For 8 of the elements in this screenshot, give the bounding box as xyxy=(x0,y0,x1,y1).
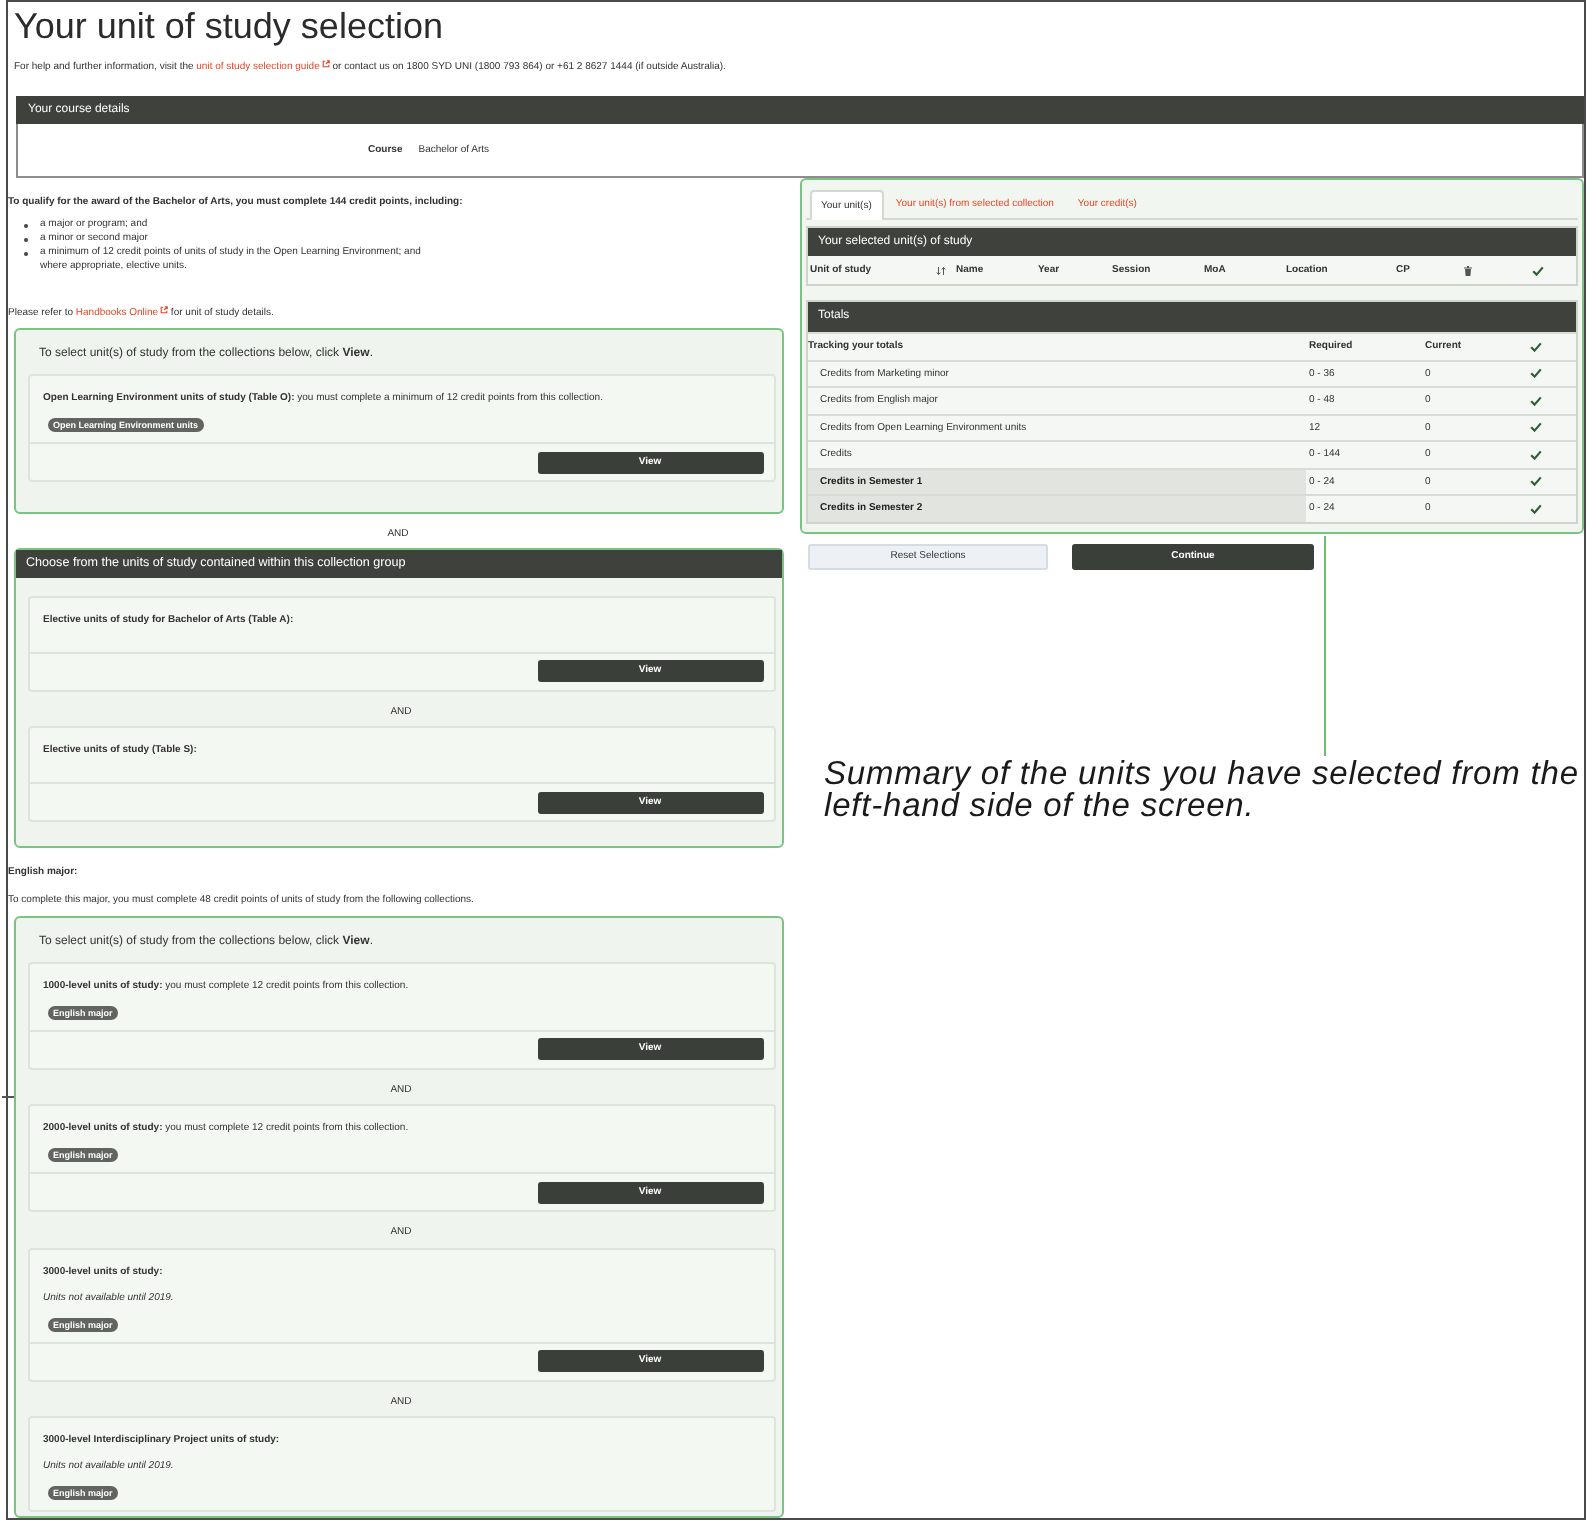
trash-icon xyxy=(1464,265,1472,275)
external-link-icon xyxy=(321,59,330,67)
check-icon xyxy=(1532,265,1544,275)
external-link-icon xyxy=(160,306,169,314)
sort-arrows-icon[interactable] xyxy=(936,265,946,275)
check-icon xyxy=(1530,341,1542,352)
annotation-text: Summary of the units you have selected from the left-hand side of the screen. xyxy=(822,757,1581,821)
page-title: Your unit of study selection xyxy=(14,6,445,46)
